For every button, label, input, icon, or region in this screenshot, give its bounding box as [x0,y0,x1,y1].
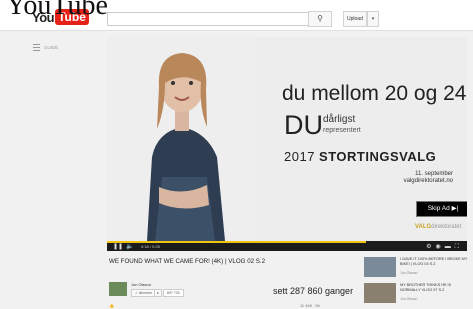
guide-button[interactable]: GUIDE [33,44,58,51]
ad-site: valgdirektoratet.no [403,178,453,184]
related-thumbnail[interactable] [364,283,396,303]
like-icon[interactable]: 👍 [109,303,114,308]
view-count: sett 287 860 ganger [273,286,354,296]
related-title[interactable]: MY BROTHER THINKS HE IS NORMALLY VLOG 07… [400,283,468,292]
related-title[interactable]: I GAVE IT 100% BEFORE I BROKE MY BIKE! |… [400,257,468,266]
video-player[interactable]: du mellom 20 og 24 DU dårligst represent… [107,37,467,251]
skip-ad-button[interactable]: Skip Ad ▶| [416,201,467,217]
dislike-count[interactable]: 96 [315,303,319,308]
subscribe-label: Abonner [138,291,152,295]
ad-date-block: 11. september valgdirektoratet.no [353,171,453,185]
menu-icon [33,44,40,51]
volume-icon[interactable]: 🔈 [126,243,133,250]
ad-election: STORTINGSVALG [319,149,437,164]
related-channel: Jon Olsson [400,271,418,275]
player-right-controls: ⚙◉▬⛶ [426,243,463,251]
ad-brand-suffix: direktoratet [431,224,462,230]
theater-icon[interactable]: ▬ [445,244,455,250]
ad-date: 11. september [415,171,453,177]
pause-icon[interactable]: ❚❚ [113,243,123,250]
ad-du: DU [284,110,323,140]
upload-menu-button[interactable]: ▾ [367,11,379,27]
page-title: YouTube [6,0,108,21]
time-display: 0:18 / 0:25 [141,244,160,249]
notification-bell-button[interactable]: ♦ [154,289,162,297]
ad-person-image [107,37,257,241]
channel-name[interactable]: Jon Olsson [131,282,151,287]
search-icon: ⚲ [317,14,323,23]
ad-brand-prefix: VALG [415,224,432,230]
fullscreen-icon[interactable]: ⛶ [455,244,463,250]
ad-brand-logo: VALGdirektoratet [415,224,461,230]
guide-label: GUIDE [44,45,59,50]
annotations-icon[interactable]: ◉ [436,244,445,250]
bell-icon: ♦ [157,291,159,295]
action-row: 👍 [109,303,114,308]
ad-election-line: 2017 STORTINGSVALG [284,149,436,164]
ad-headline: du mellom 20 og 24 [282,82,467,105]
channel-avatar[interactable] [109,282,127,296]
like-counts: 11 469 96 [300,303,320,308]
search-button[interactable]: ⚲ [308,11,332,27]
subscribe-check-icon: ✓ [135,291,138,295]
like-count[interactable]: 11 469 [300,303,312,308]
related-channel: Jon Olsson [400,297,418,301]
search-input[interactable] [107,12,309,26]
subscriber-count: 697 733 [163,289,184,297]
upload-button[interactable]: Upload [343,11,367,27]
progress-bar[interactable] [107,241,367,243]
ad-year: 2017 [284,149,315,164]
ad-video[interactable]: du mellom 20 og 24 DU dårligst represent… [107,37,467,241]
ad-du-word2: representert [323,127,361,134]
video-title: WE FOUND WHAT WE CAME FOR! (4K) | VLOG 0… [109,258,266,265]
subscribe-button[interactable]: ✓ Abonner [131,289,156,297]
ad-du-word1: dårligst [323,114,356,125]
related-video[interactable]: I GAVE IT 100% BEFORE I BROKE MY BIKE! |… [364,257,468,279]
settings-icon[interactable]: ⚙ [426,244,435,250]
related-thumbnail[interactable] [364,257,396,277]
related-video[interactable]: MY BROTHER THINKS HE IS NORMALLY VLOG 07… [364,283,468,305]
chevron-down-icon: ▾ [371,16,375,22]
